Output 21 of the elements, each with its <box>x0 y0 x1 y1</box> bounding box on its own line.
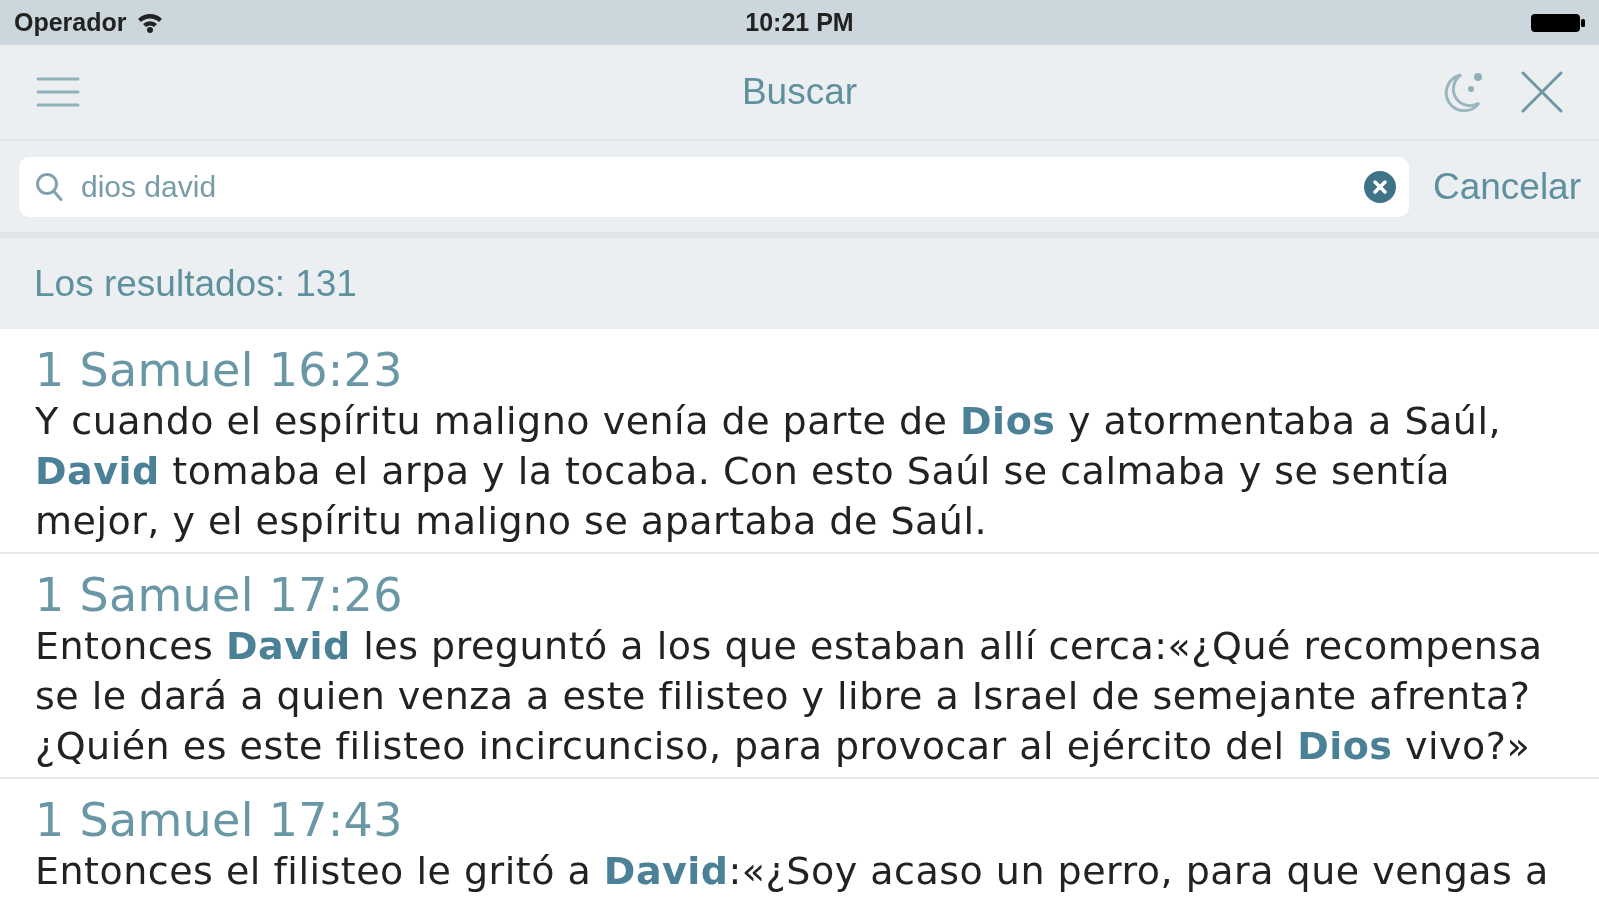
results-count: Los resultados: 131 <box>34 262 357 305</box>
verse-reference[interactable]: 1 Samuel 16:23 <box>35 344 403 396</box>
search-icon <box>35 171 63 202</box>
battery-icon <box>1531 12 1585 33</box>
verse-text: Entonces el filisteo le gritó a David:«¿Soy acaso un perro, para que vengas a <box>35 848 1550 895</box>
close-button[interactable] <box>1521 71 1563 113</box>
search-field[interactable]: dios david <box>19 156 1409 217</box>
menu-button[interactable] <box>36 77 80 107</box>
status-time: 10:21 PM <box>745 8 854 37</box>
verse-reference[interactable]: 1 Samuel 17:43 <box>35 794 403 846</box>
verse-text: Entonces David les preguntó a los que estaban allí cerca:«¿Qué recompensa se le dará a quien venza a este filisteo y libre a Israel de semejante afrenta? ¿Quién es este filisteo incircunciso, para provocar al ejército del Dios vivo?» <box>35 623 1544 770</box>
cancel-button[interactable]: Cancelar <box>1432 165 1581 208</box>
close-icon <box>1521 71 1563 113</box>
nav-title: Buscar <box>741 71 858 113</box>
verse-reference[interactable]: 1 Samuel 17:26 <box>35 569 403 621</box>
wifi-icon <box>136 12 163 33</box>
clear-search-button[interactable] <box>1363 170 1396 203</box>
menu-icon <box>36 77 80 107</box>
clear-icon <box>1363 170 1396 203</box>
carrier-name: Operador <box>14 8 127 37</box>
verse-text: Y cuando el espíritu maligno venía de parte de Dios y atormentaba a Saúl, David tomaba el arpa y la tocaba. Con esto Saúl se calmaba y se sentía mejor, y el espíritu maligno se apartaba de Saúl. <box>35 398 1503 545</box>
